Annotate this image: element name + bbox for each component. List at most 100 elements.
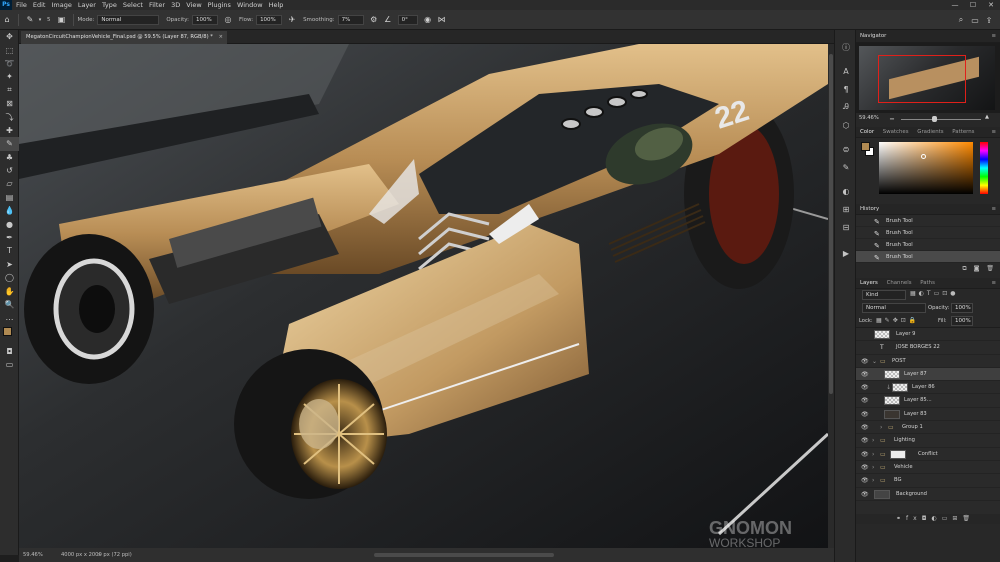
menu-file[interactable]: File	[16, 0, 27, 10]
panel-menu-icon[interactable]: ≡	[991, 127, 996, 138]
share-icon[interactable]: ⇪	[982, 13, 996, 27]
pressure-size-icon[interactable]: ◉	[421, 13, 435, 27]
smoothing-field[interactable]: 7%	[337, 14, 364, 25]
symmetry-icon[interactable]: ⋈	[435, 13, 449, 27]
layer-filter-icons[interactable]: ▦◐T▭⊡●	[910, 290, 959, 297]
hand-tool-icon[interactable]: ✋	[0, 284, 19, 297]
layer-row[interactable]: 👁 › ▭ Conflict	[856, 448, 1000, 461]
zoom-tool-icon[interactable]: 🔍	[0, 298, 19, 311]
blur-tool-icon[interactable]: 💧	[0, 204, 19, 217]
layer-row[interactable]: 👁 Layer 87	[856, 367, 1000, 382]
document-tab[interactable]: MegatonCircuitChampionVehicle_Final.psd …	[21, 31, 227, 44]
path-selection-tool-icon[interactable]: ➤	[0, 258, 19, 271]
menu-filter[interactable]: Filter	[149, 0, 165, 10]
zoom-slider-knob[interactable]	[932, 116, 937, 122]
tab-paths[interactable]: Paths	[920, 278, 935, 289]
horizontal-scrollbar[interactable]	[374, 553, 554, 557]
quick-mask-icon[interactable]: ◘	[0, 345, 19, 358]
snapshot-camera-icon[interactable]: ◙	[974, 265, 980, 272]
lock-icons[interactable]: ▦✎✥⊡🔒	[876, 317, 919, 324]
tab-patterns[interactable]: Patterns	[952, 127, 974, 138]
menu-help[interactable]: Help	[269, 0, 284, 10]
history-item[interactable]: ✎ Brush Tool	[856, 227, 1000, 239]
zoom-out-icon[interactable]: ▁	[890, 114, 894, 120]
layer-row[interactable]: 👁 › ▭ Vehicle	[856, 461, 1000, 475]
eye-icon[interactable]: 👁	[861, 461, 869, 474]
layer-row[interactable]: T JOSE BORGES 22	[856, 341, 1000, 355]
chevron-right-icon[interactable]: ›	[880, 421, 882, 434]
close-window-button[interactable]: ✕	[982, 0, 1000, 10]
brush-tool-icon[interactable]: ✎	[0, 137, 19, 151]
new-layer-icon[interactable]: ⊞	[952, 515, 962, 522]
airbrush-icon[interactable]: ✈	[285, 13, 299, 27]
chevron-right-icon[interactable]: ›	[872, 434, 874, 447]
eye-icon[interactable]: 👁	[861, 488, 869, 501]
layer-kind-filter[interactable]: Kind	[862, 290, 906, 300]
brush-settings-icon[interactable]: ▣	[55, 13, 69, 27]
layer-row[interactable]: 👁 Layer 83	[856, 408, 1000, 422]
eye-icon[interactable]: 👁	[861, 448, 869, 461]
history-item[interactable]: ✎ Brush Tool	[856, 251, 1000, 263]
menu-3d[interactable]: 3D	[171, 0, 180, 10]
menu-type[interactable]: Type	[102, 0, 117, 10]
fill-field[interactable]: 100%	[951, 316, 973, 326]
move-tool-icon[interactable]: ✥	[0, 30, 19, 43]
learn-icon[interactable]: ⓘ	[835, 38, 857, 56]
navigator-preview[interactable]	[856, 43, 1000, 113]
tab-gradients[interactable]: Gradients	[917, 127, 943, 138]
3d-icon[interactable]: ⬡	[835, 116, 857, 134]
layer-row[interactable]: 👁 › ▭ Group 1	[856, 421, 1000, 435]
eyedropper-tool-icon[interactable]: ⤵	[0, 110, 19, 123]
adjustments-icon[interactable]: ⊜	[835, 140, 857, 158]
zoom-slider[interactable]	[901, 119, 981, 120]
search-icon[interactable]: ⌕	[954, 13, 968, 27]
brushes-icon[interactable]: ✎	[835, 158, 857, 176]
dodge-tool-icon[interactable]: ●	[0, 217, 19, 230]
eye-icon[interactable]: 👁	[861, 434, 869, 447]
menu-edit[interactable]: Edit	[33, 0, 46, 10]
history-item[interactable]: ✎ Brush Tool	[856, 239, 1000, 251]
chevron-down-icon[interactable]: ⌄	[872, 355, 877, 368]
document-canvas[interactable]: 22 GNOMON WORKSHOP	[19, 44, 828, 548]
eraser-tool-icon[interactable]: ▱	[0, 177, 19, 190]
tab-layers[interactable]: Layers	[860, 278, 878, 289]
eye-icon[interactable]: 👁	[861, 355, 869, 368]
trash-icon[interactable]: 🗑	[986, 265, 994, 272]
color-swatches-icon[interactable]	[0, 325, 19, 345]
menu-view[interactable]: View	[186, 0, 201, 10]
foreground-color-swatch[interactable]	[861, 142, 870, 151]
play-actions-icon[interactable]: ▶	[835, 244, 857, 262]
crop-tool-icon[interactable]: ⌗	[0, 84, 19, 97]
gradient-tool-icon[interactable]: ▤	[0, 191, 19, 204]
tab-swatches[interactable]: Swatches	[883, 127, 909, 138]
history-item[interactable]: ✎ Brush Tool	[856, 215, 1000, 227]
fx-icon[interactable]: fx	[906, 515, 922, 522]
blend-mode-select[interactable]: Normal	[862, 303, 926, 313]
brush-tool-preset-icon[interactable]: ✎	[23, 13, 37, 27]
navigator-view-box[interactable]	[878, 55, 966, 103]
tab-channels[interactable]: Channels	[887, 278, 912, 289]
layer-row[interactable]: 👁 Layer 85...	[856, 394, 1000, 408]
scroll-thumb[interactable]	[829, 54, 833, 394]
gear-icon[interactable]: ⚙	[367, 13, 381, 27]
ellipse-tool-icon[interactable]: ◯	[0, 271, 19, 284]
layer-row[interactable]: 👁 ↓ Layer 86	[856, 381, 1000, 395]
eye-icon[interactable]: 👁	[861, 394, 869, 407]
eye-icon[interactable]: 👁	[861, 474, 869, 487]
eye-icon[interactable]: 👁	[861, 381, 869, 394]
history-brush-tool-icon[interactable]: ↺	[0, 164, 19, 177]
menu-select[interactable]: Select	[123, 0, 143, 10]
layer-row[interactable]: Layer 9	[856, 328, 1000, 342]
libraries-icon[interactable]: ⊞	[835, 200, 857, 218]
menu-plugins[interactable]: Plugins	[208, 0, 231, 10]
new-group-icon[interactable]: ▭	[942, 515, 953, 522]
layer-row[interactable]: 👁 › ▭ Lighting	[856, 434, 1000, 448]
zoom-in-icon[interactable]: ▲	[985, 114, 989, 120]
menu-image[interactable]: Image	[51, 0, 71, 10]
character-icon[interactable]: A	[835, 62, 857, 80]
marquee-tool-icon[interactable]: ⬚	[0, 43, 19, 56]
history-title[interactable]: History	[860, 206, 879, 212]
brush-size-value[interactable]: 5	[47, 17, 51, 23]
menu-window[interactable]: Window	[237, 0, 263, 10]
styles-icon[interactable]: ⊟	[835, 218, 857, 236]
